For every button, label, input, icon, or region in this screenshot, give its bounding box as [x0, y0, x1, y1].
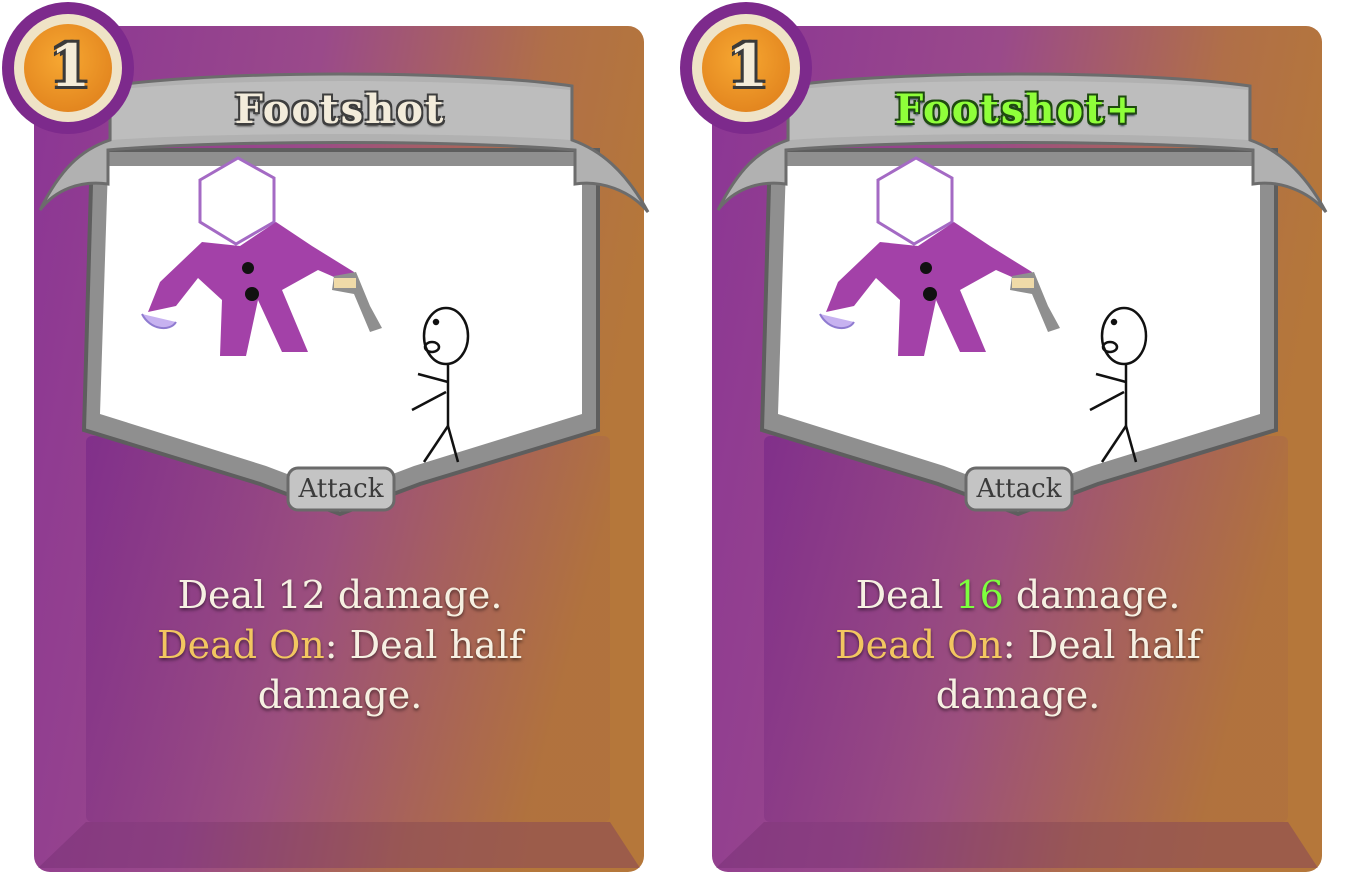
keyword-dead-on: Dead On — [157, 623, 325, 667]
card-title: Footshot+ — [894, 86, 1142, 133]
card-type-label: Attack — [298, 474, 384, 504]
energy-cost: 1 — [727, 32, 769, 100]
desc-prefix: Deal — [855, 573, 956, 617]
damage-value: 12 — [277, 573, 326, 617]
card-footshot[interactable]: 1 Footshot Attack Deal 12 damage. Dead On… — [0, 0, 664, 874]
desc-middle: damage. — [325, 573, 503, 617]
keyword-dead-on: Dead On — [835, 623, 1003, 667]
card-type-label: Attack — [976, 474, 1062, 504]
desc-middle: damage. — [1003, 573, 1181, 617]
card-description: Deal 16 damage. Dead On: Deal half damage… — [798, 570, 1238, 720]
desc-prefix: Deal — [177, 573, 278, 617]
card-description: Deal 12 damage. Dead On: Deal half damage… — [120, 570, 560, 720]
card-title: Footshot — [234, 86, 446, 133]
energy-cost: 1 — [49, 32, 91, 100]
card-footshot-upgraded[interactable]: 1 Footshot+ Attack Deal 16 damage. Dead O… — [678, 0, 1342, 874]
damage-value: 16 — [955, 573, 1004, 617]
